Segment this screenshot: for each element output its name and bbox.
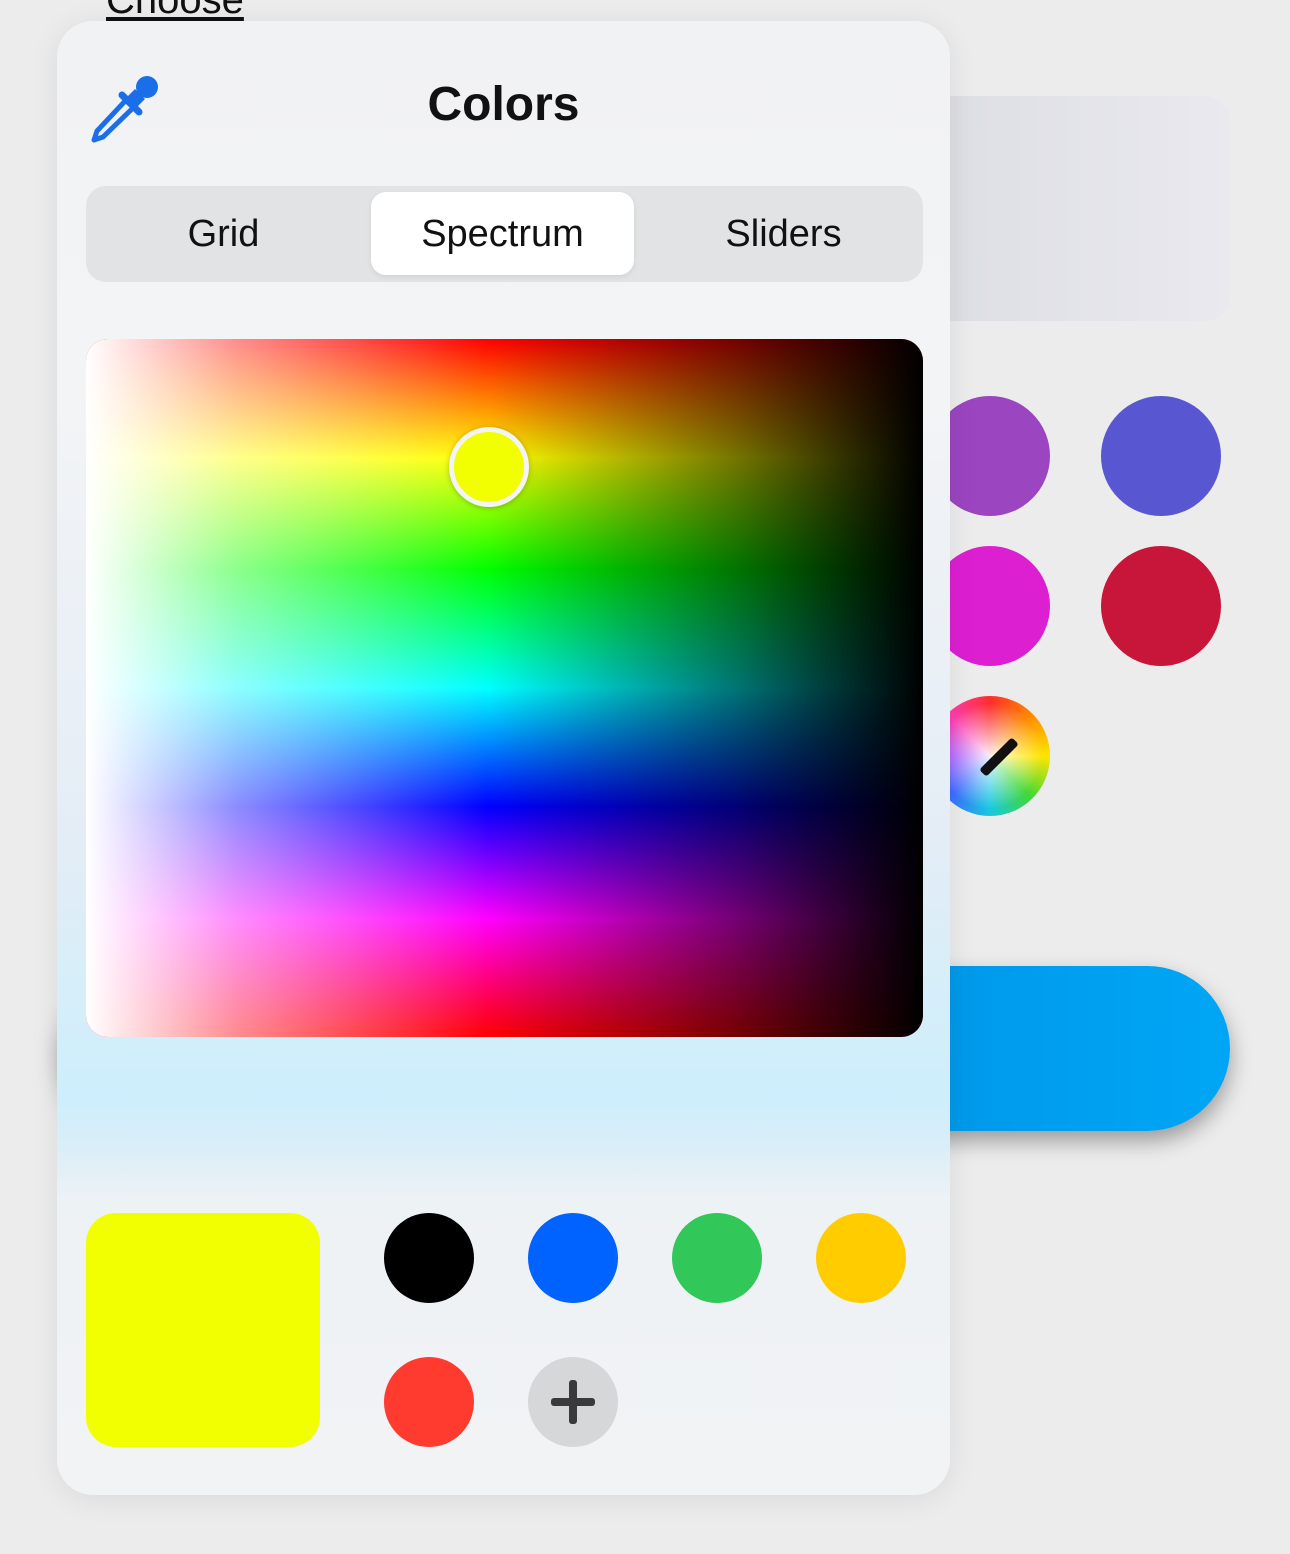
spectrum-color-area[interactable] [86, 339, 923, 1037]
saved-color-red[interactable] [384, 1357, 474, 1447]
saved-color-blue[interactable] [528, 1213, 618, 1303]
tab-spectrum[interactable]: Spectrum [371, 192, 634, 275]
color-picker-popover: Colors Grid Spectrum Sliders [57, 21, 950, 1495]
background-swatch-indigo[interactable] [1101, 396, 1221, 516]
pencil-icon [979, 737, 1019, 777]
add-color-button[interactable] [528, 1357, 618, 1447]
saved-color-black[interactable] [384, 1213, 474, 1303]
choose-link[interactable]: Choose [106, 0, 244, 23]
selected-color-preview [86, 1213, 320, 1447]
popover-title: Colors [427, 78, 580, 131]
tab-sliders[interactable]: Sliders [652, 192, 915, 275]
saved-color-yellow[interactable] [816, 1213, 906, 1303]
tab-spectrum-label: Spectrum [421, 213, 584, 255]
background-swatch-crimson[interactable] [1101, 546, 1221, 666]
saved-color-green[interactable] [672, 1213, 762, 1303]
spectrum-selection-handle[interactable] [449, 427, 529, 507]
tab-sliders-label: Sliders [725, 213, 842, 255]
tab-grid[interactable]: Grid [92, 192, 355, 275]
tab-grid-label: Grid [187, 213, 260, 255]
mode-segmented-control: Grid Spectrum Sliders [86, 186, 923, 282]
